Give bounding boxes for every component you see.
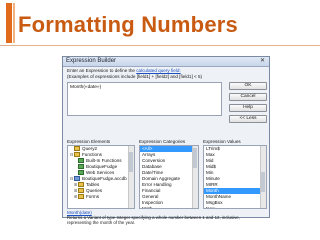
categories-label: Expression Categories (139, 139, 186, 144)
less-button[interactable]: << Less (229, 115, 267, 123)
function-icon (78, 164, 84, 170)
folder-icon (78, 182, 84, 188)
scroll-thumb[interactable] (193, 148, 197, 168)
function-icon (78, 158, 84, 164)
expression-values-list[interactable]: LTrim$ Max Mid Mid$ Min Minute MIRR Month MonthN… (203, 145, 267, 209)
ok-button[interactable]: OK (229, 82, 267, 90)
help-button[interactable]: Help (229, 104, 267, 112)
dialog-title: Expression Builder (66, 58, 117, 64)
elements-label: Expression Elements (67, 139, 111, 144)
close-icon[interactable]: ✕ (258, 58, 267, 64)
calculated-field-link[interactable]: calculated query field: (136, 68, 180, 73)
expression-input[interactable]: Month(«date») (67, 82, 222, 116)
slide-title: Formatting Numbers (18, 12, 238, 37)
scroll-thumb[interactable] (129, 152, 133, 172)
values-label: Expression Values (203, 139, 241, 144)
values-rows: LTrim$ Max Mid Mid$ Min Minute MIRR Month MonthN… (204, 146, 266, 208)
values-scrollbar[interactable] (260, 146, 266, 208)
expression-builder-dialog: Expression Builder ✕ Enter an Expression… (62, 56, 270, 225)
database-icon (74, 176, 80, 182)
expression-value: Month(«date») (70, 85, 102, 90)
expression-categories-list[interactable]: <All> Arrays Conversion Database Date/Time Do… (139, 145, 199, 209)
examples-text: (Examples of expressions include [field1… (67, 74, 203, 79)
category-item[interactable]: Math (140, 206, 198, 208)
scroll-thumb[interactable] (261, 172, 265, 192)
title-accent-bar-light (13, 3, 15, 43)
intro-text: Enter an Expression to define the calcul… (67, 68, 181, 73)
cancel-button[interactable]: Cancel (229, 93, 267, 101)
dialog-titlebar: Expression Builder ✕ (63, 57, 269, 67)
expression-elements-tree[interactable]: Query2 ⊟ Functions Built-In Functions Bou… (67, 145, 135, 209)
query-icon (74, 146, 80, 152)
title-accent-bar (6, 3, 12, 43)
folder-icon (78, 188, 84, 194)
value-item[interactable]: Now (204, 206, 266, 208)
categories-rows: <All> Arrays Conversion Database Date/Time Do… (140, 146, 198, 208)
folder-icon (78, 194, 84, 200)
expand-icon[interactable]: ⊞ (74, 194, 77, 200)
intro-prefix: Enter an Expression to define the (67, 68, 137, 73)
tree-item[interactable]: ⊞ Forms (68, 194, 134, 200)
function-description: Returns a Variant of type Integer specif… (67, 215, 240, 225)
functions-folder-icon (74, 152, 80, 158)
elements-scrollbar[interactable] (128, 146, 134, 208)
categories-scrollbar[interactable] (192, 146, 198, 208)
title-divider (0, 45, 320, 46)
function-icon (78, 170, 84, 176)
